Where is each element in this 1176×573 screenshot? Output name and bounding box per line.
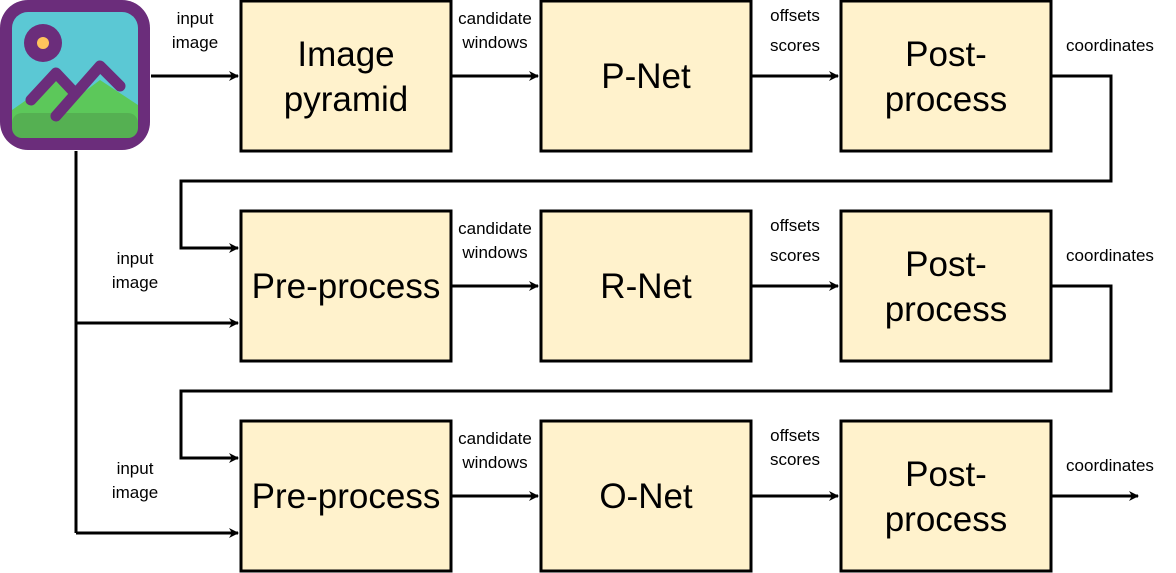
offsets-label: offsets bbox=[770, 216, 820, 235]
input-image-label: input bbox=[177, 9, 214, 28]
mtcnn-pipeline-diagram: marker path{} Image pyramid P-Net Post- … bbox=[0, 0, 1154, 573]
scores-label: scores bbox=[770, 450, 820, 469]
coordinates-label: coordinates bbox=[1066, 246, 1154, 265]
coordinates-label: coordinates bbox=[1066, 456, 1154, 475]
postprocess-box-2 bbox=[839, 209, 1053, 363]
input-image-label: image bbox=[112, 483, 158, 502]
image-pyramid-box bbox=[239, 0, 453, 153]
offsets-label: offsets bbox=[770, 426, 820, 445]
box-label: Post- bbox=[905, 455, 987, 494]
box-label: O-Net bbox=[599, 477, 693, 516]
box-label: P-Net bbox=[601, 57, 691, 96]
candidate-windows-label: candidate bbox=[458, 429, 532, 448]
input-image-label: image bbox=[172, 33, 218, 52]
offsets-label: offsets bbox=[770, 6, 820, 25]
input-image-label: input bbox=[117, 459, 154, 478]
candidate-windows-label: windows bbox=[461, 33, 527, 52]
scores-label: scores bbox=[770, 36, 820, 55]
scores-label: scores bbox=[770, 246, 820, 265]
box-label: R-Net bbox=[600, 267, 692, 306]
box-label: Post- bbox=[905, 245, 987, 284]
box-label: process bbox=[885, 290, 1008, 329]
box-label: Pre-process bbox=[252, 267, 441, 306]
box-label: Pre-process bbox=[252, 477, 441, 516]
candidate-windows-label: candidate bbox=[458, 9, 532, 28]
box-label: pyramid bbox=[284, 80, 408, 119]
candidate-windows-label: candidate bbox=[458, 219, 532, 238]
input-image-label: image bbox=[112, 273, 158, 292]
coordinates-label: coordinates bbox=[1066, 36, 1154, 55]
box-label: process bbox=[885, 500, 1008, 539]
image-icon bbox=[0, 0, 150, 150]
postprocess-box-3 bbox=[839, 419, 1053, 573]
box-label: process bbox=[885, 80, 1008, 119]
box-label: Image bbox=[297, 35, 394, 74]
candidate-windows-label: windows bbox=[461, 243, 527, 262]
candidate-windows-label: windows bbox=[461, 453, 527, 472]
input-image-label: input bbox=[117, 249, 154, 268]
postprocess-box-1 bbox=[839, 0, 1053, 153]
box-label: Post- bbox=[905, 35, 987, 74]
